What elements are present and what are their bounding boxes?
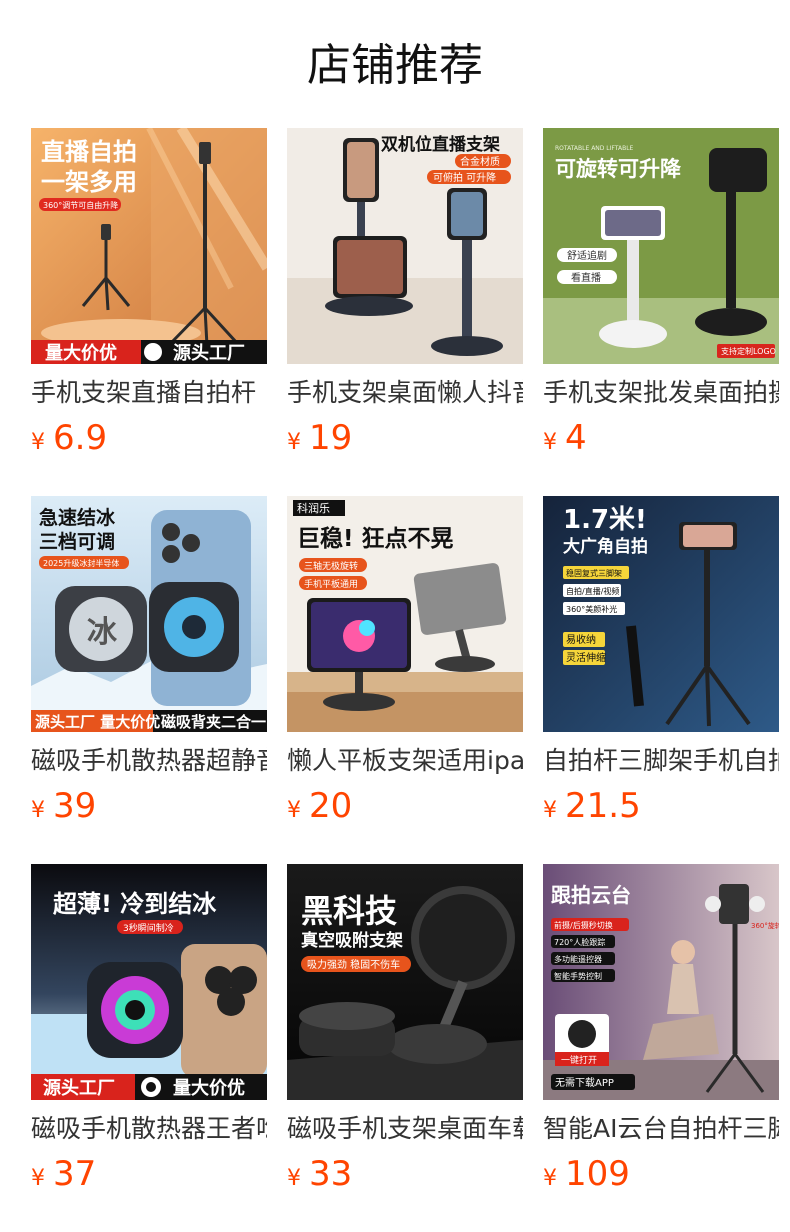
image-text: 磁吸背夹二合一 [161,713,266,731]
price-value: 109 [565,1154,630,1194]
product-image[interactable]: 科润乐 巨稳! 狂点不晃 三轴无极旋转 手机平板通用 [287,496,523,732]
product-price: ¥37 [31,1154,96,1194]
product-price: ¥109 [543,1154,630,1194]
image-text: 直播自拍 [41,138,137,166]
image-text: 手机平板通用 [304,578,358,590]
product-image[interactable]: 黑科技 真空吸附支架 吸力强劲 稳固不伤车 [287,864,523,1100]
price-value: 39 [53,786,97,826]
image-text: 大广角自拍 [563,536,648,557]
product-name[interactable]: 手机支架直播自拍杆 [31,376,267,410]
image-text: 量大价优 [173,1077,245,1099]
price-value: 20 [309,786,353,826]
image-text: 可俯拍 可升降 [433,171,496,184]
currency-symbol: ¥ [31,798,45,823]
product-price: ¥39 [31,786,96,826]
product-price: ¥20 [287,786,352,826]
image-text: 360°调节可自由升降 [43,200,118,210]
image-text: 支持定制LOGO [721,346,776,356]
product-name[interactable]: 手机支架批发桌面拍摄 [543,376,779,410]
product-image[interactable]: 360°旋转 跟拍云台 前摄/后摄秒切换 720°人脸跟踪 多功能遥控器 智能手… [543,864,779,1100]
currency-symbol: ¥ [31,1166,45,1191]
product-price: ¥4 [543,418,587,458]
product-price: ¥19 [287,418,352,458]
image-text: 科润乐 [297,501,330,515]
product-image[interactable]: 双机位直播支架 合金材质 可俯拍 可升降 [287,128,523,364]
product-name[interactable]: 智能AI云台自拍杆三脚架 [543,1112,779,1146]
image-text: 3秒瞬间制冷 [123,922,174,934]
product-name[interactable]: 磁吸手机支架桌面车载 [287,1112,523,1146]
image-text: 前摄/后摄秒切换 [554,920,613,930]
image-text: 一键打开 [561,1054,597,1066]
image-text: 智能手势控制 [554,971,602,981]
price-value: 6.9 [53,418,108,458]
image-text: 易收纳 [566,633,596,646]
product-image[interactable]: ROTATABLE AND LIFTABLE 可旋转可升降 舒适追剧 看直播 支… [543,128,779,364]
price-value: 21.5 [565,786,641,826]
price-value: 19 [309,418,353,458]
product-image[interactable]: 直播自拍 一架多用 360°调节可自由升降 量大价优 源头工厂 [31,128,267,364]
image-text: 冰 [87,615,118,650]
currency-symbol: ¥ [31,430,45,455]
image-text: 源头工厂 [173,342,245,364]
product-image[interactable]: 1.7米! 大广角自拍 稳固复式三脚架 自拍/直播/视频 360°美颜补光 易收… [543,496,779,732]
currency-symbol: ¥ [543,798,557,823]
image-text: 稳固复式三脚架 [566,568,622,578]
image-text: 舒适追剧 [567,249,607,262]
image-text: 灵活伸缩 [566,651,606,664]
image-text: 吸力强劲 稳固不伤车 [307,958,400,971]
image-text: 跟拍云台 [551,883,631,907]
image-text: 360°美颜补光 [566,604,617,614]
image-text: 真空吸附支架 [301,930,403,951]
image-text: 黑科技 [301,892,397,930]
image-text: 合金材质 [460,155,500,168]
image-text: 三轴无极旋转 [304,560,358,572]
image-text: 可旋转可升降 [555,157,682,181]
product-image[interactable]: 超薄! 冷到结冰 3秒瞬间制冷 源头工厂 量大价优 [31,864,267,1100]
image-text: 急速结冰 [39,506,116,529]
currency-symbol: ¥ [543,430,557,455]
currency-symbol: ¥ [287,1166,301,1191]
image-text: 巨稳! 狂点不晃 [297,525,454,552]
image-text: 源头工厂 [43,1077,115,1099]
image-text: 多功能遥控器 [554,954,602,964]
image-text: 三档可调 [39,530,115,553]
product-name[interactable]: 手机支架桌面懒人抖音 [287,376,523,410]
product-price: ¥21.5 [543,786,641,826]
product-name[interactable]: 懒人平板支架适用ipad [287,744,523,778]
page-title: 店铺推荐 [307,40,483,91]
product-price: ¥6.9 [31,418,107,458]
image-text: 自拍/直播/视频 [566,586,619,596]
image-text: 量大价优 [45,342,117,364]
image-text: 720°人脸跟踪 [554,937,605,947]
image-text: 超薄! 冷到结冰 [53,890,217,918]
product-price: ¥33 [287,1154,352,1194]
product-name[interactable]: 自拍杆三脚架手机自拍 [543,744,779,778]
image-text: 源头工厂 量大价优 [35,713,160,731]
image-text: ROTATABLE AND LIFTABLE [555,145,634,152]
image-text: 一架多用 [41,168,137,196]
image-text: 双机位直播支架 [381,134,500,155]
price-value: 33 [309,1154,353,1194]
product-name[interactable]: 磁吸手机散热器王者吃鸡 [31,1112,267,1146]
image-text: 无需下载APP [555,1077,614,1089]
product-image[interactable]: 冰 急速结冰 三档可调 2025升级冰封半导体 源头工厂 量大价优 磁吸背夹二合… [31,496,267,732]
currency-symbol: ¥ [287,798,301,823]
image-text: 1.7米! [563,505,647,535]
currency-symbol: ¥ [543,1166,557,1191]
price-value: 4 [565,418,587,458]
currency-symbol: ¥ [287,430,301,455]
product-name[interactable]: 磁吸手机散热器超静音 [31,744,267,778]
image-text: 2025升级冰封半导体 [43,558,119,568]
image-text: 看直播 [571,271,601,284]
price-value: 37 [53,1154,97,1194]
image-text: 360°旋转 [751,921,779,930]
